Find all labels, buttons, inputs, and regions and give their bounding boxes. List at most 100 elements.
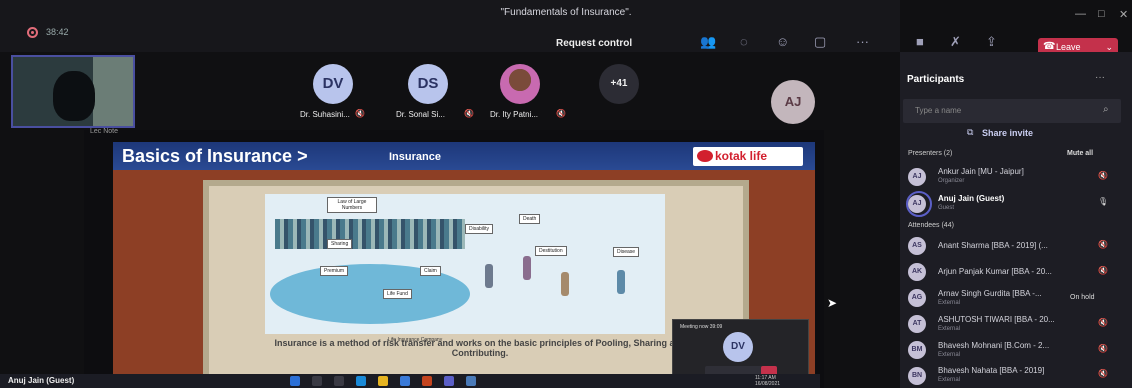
presenters-section-label[interactable]: Presenters (2) [908, 150, 952, 157]
participant-avatar: BM [908, 341, 926, 359]
windows-start-icon[interactable] [290, 376, 300, 386]
rooms-icon[interactable]: ▢ [814, 34, 826, 50]
kotak-logo-icon [697, 150, 713, 162]
participant-name: Dr. Sonal Si... [396, 110, 445, 119]
participant-name[interactable]: Anant Sharma [BBA - 2019] (... [938, 241, 1048, 250]
participant-name[interactable]: Bhavesh Mohnani [B.Com - 2... [938, 341, 1049, 350]
participant-name[interactable]: Arnav Singh Gurdita [BBA -... [938, 289, 1042, 298]
active-speaker-avatar[interactable]: AJ [771, 80, 815, 124]
windows-taskbar: Anuj Jain (Guest) 11:17 AM 16/08/2021 [0, 374, 820, 388]
participant-avatar: AJ [908, 168, 926, 186]
mic-off-icon: 🔇 [1098, 344, 1108, 353]
participant-name: Dr. Ity Patni... [490, 110, 539, 119]
panel-more-icon[interactable]: ··· [1095, 72, 1105, 83]
chat-icon[interactable]: ◌ [740, 34, 748, 49]
recording-icon [27, 27, 38, 38]
mouse-cursor-icon: ➤ [827, 296, 838, 310]
participant-avatar: AK [908, 263, 926, 281]
person-graphic [561, 272, 569, 296]
mic-off-icon: 🔇 [1098, 318, 1108, 327]
muted-mic-icon: 🔇 [556, 109, 566, 118]
label-claim: Claim [420, 266, 441, 276]
mic-off-icon: 🔇 [1098, 266, 1108, 275]
teams-icon[interactable] [444, 376, 454, 386]
participant-name[interactable]: Anuj Jain (Guest) [938, 194, 1004, 203]
participant-avatar[interactable]: DS [408, 64, 448, 104]
muted-mic-icon: 🔇 [464, 109, 474, 118]
participant-role: External [938, 300, 961, 306]
store-icon[interactable] [400, 376, 410, 386]
task-view-icon[interactable] [334, 376, 344, 386]
file-explorer-icon[interactable] [378, 376, 388, 386]
share-invite-button[interactable]: Share invite [982, 128, 1033, 138]
participant-role: Guest [938, 205, 955, 211]
participant-name[interactable]: Arjun Panjak Kumar [BBA - 20... [938, 267, 1052, 276]
label-sharing: Sharing [327, 239, 353, 249]
participant-avatar: AJ [908, 195, 926, 213]
more-actions-icon[interactable]: ··· [856, 34, 869, 49]
participant-avatar[interactable]: DV [313, 64, 353, 104]
label-disability: Disability [465, 224, 494, 234]
crowd-graphic [275, 219, 465, 249]
shared-window-label: Lec Note [90, 128, 119, 135]
slide-board: Law of Large Numbers Sharing Premium Cla… [203, 180, 749, 388]
powerpoint-icon[interactable] [422, 376, 432, 386]
participant-role: Organizer [938, 178, 965, 184]
participant-photo[interactable] [500, 64, 540, 104]
mute-all-button[interactable]: Mute all [1067, 150, 1093, 157]
window-title: "Fundamentals of Insurance". [500, 7, 632, 18]
slide-title: Basics of Insurance > [122, 146, 308, 166]
attendees-section-label[interactable]: Attendees (44) [908, 222, 954, 229]
camera-off-icon[interactable]: ■ [916, 34, 924, 49]
leave-label: Leave [1056, 42, 1081, 52]
label-life-fund: Life Fund [383, 289, 412, 299]
system-clock: 11:17 AM 16/08/2021 [755, 375, 781, 387]
on-hold-status: On hold [1070, 294, 1095, 301]
slide-caption: Insurance is a method of risk transfer a… [274, 338, 686, 358]
self-video-tile [11, 55, 135, 128]
panel-title: Participants [907, 74, 965, 85]
reactions-icon[interactable]: ☺ [776, 34, 789, 49]
close-window-icon[interactable]: ✕ [1119, 8, 1128, 21]
participant-role: External [938, 377, 961, 383]
participant-avatar: BN [908, 367, 926, 385]
label-premium: Premium [320, 266, 349, 276]
participant-avatar: AS [908, 237, 926, 255]
label-disease: Disease [613, 247, 640, 257]
label-law-of-large-numbers: Law of Large Numbers [327, 197, 377, 213]
mic-off-icon: 🔇 [1098, 171, 1108, 180]
person-graphic [485, 264, 493, 288]
participant-name[interactable]: ASHUTOSH TIWARI [BBA - 20... [938, 315, 1055, 324]
slide-subtitle: Insurance [389, 151, 441, 163]
mic-off-icon: 🔇 [1098, 369, 1108, 378]
share-invite-icon: ⧉ [967, 127, 974, 137]
mini-meeting-window[interactable]: Meeting now 39:09 DV [672, 319, 809, 382]
participant-role: External [938, 352, 961, 358]
request-control-button[interactable]: Request control [556, 38, 632, 49]
kotak-life-logo: kotak life [693, 147, 803, 166]
insurance-illustration: Law of Large Numbers Sharing Premium Cla… [265, 194, 665, 343]
maximize-icon[interactable]: □ [1098, 8, 1105, 20]
app-icon[interactable] [466, 376, 476, 386]
search-icon[interactable]: ⌕ [1103, 104, 1109, 115]
share-tray-icon[interactable]: ⇪ [986, 34, 997, 50]
participant-name[interactable]: Bhavesh Nahata [BBA - 2019] [938, 366, 1044, 375]
minimize-icon[interactable]: — [1075, 8, 1086, 20]
search-taskbar-icon[interactable] [312, 376, 322, 386]
label-death: Death [519, 214, 541, 224]
edge-browser-icon[interactable] [356, 376, 366, 386]
participant-name[interactable]: Ankur Jain [MU - Jaipur] [938, 167, 1024, 176]
mic-on-icon: 🎙 [1098, 197, 1109, 206]
mini-meeting-title: Meeting now 39:09 [680, 324, 723, 330]
search-placeholder: Type a name [915, 106, 962, 115]
participant-role: External [938, 326, 961, 332]
people-icon[interactable]: 👥 [700, 34, 716, 50]
person-graphic [523, 256, 531, 280]
muted-mic-icon: 🔇 [355, 109, 365, 118]
person-graphic [617, 270, 625, 294]
more-participants-button[interactable]: +41 [599, 64, 639, 104]
participant-avatar: AT [908, 315, 926, 333]
label-destitution: Destitution [535, 246, 567, 256]
mini-meeting-avatar: DV [723, 332, 753, 362]
mic-off-icon[interactable]: ✗ [950, 34, 961, 50]
